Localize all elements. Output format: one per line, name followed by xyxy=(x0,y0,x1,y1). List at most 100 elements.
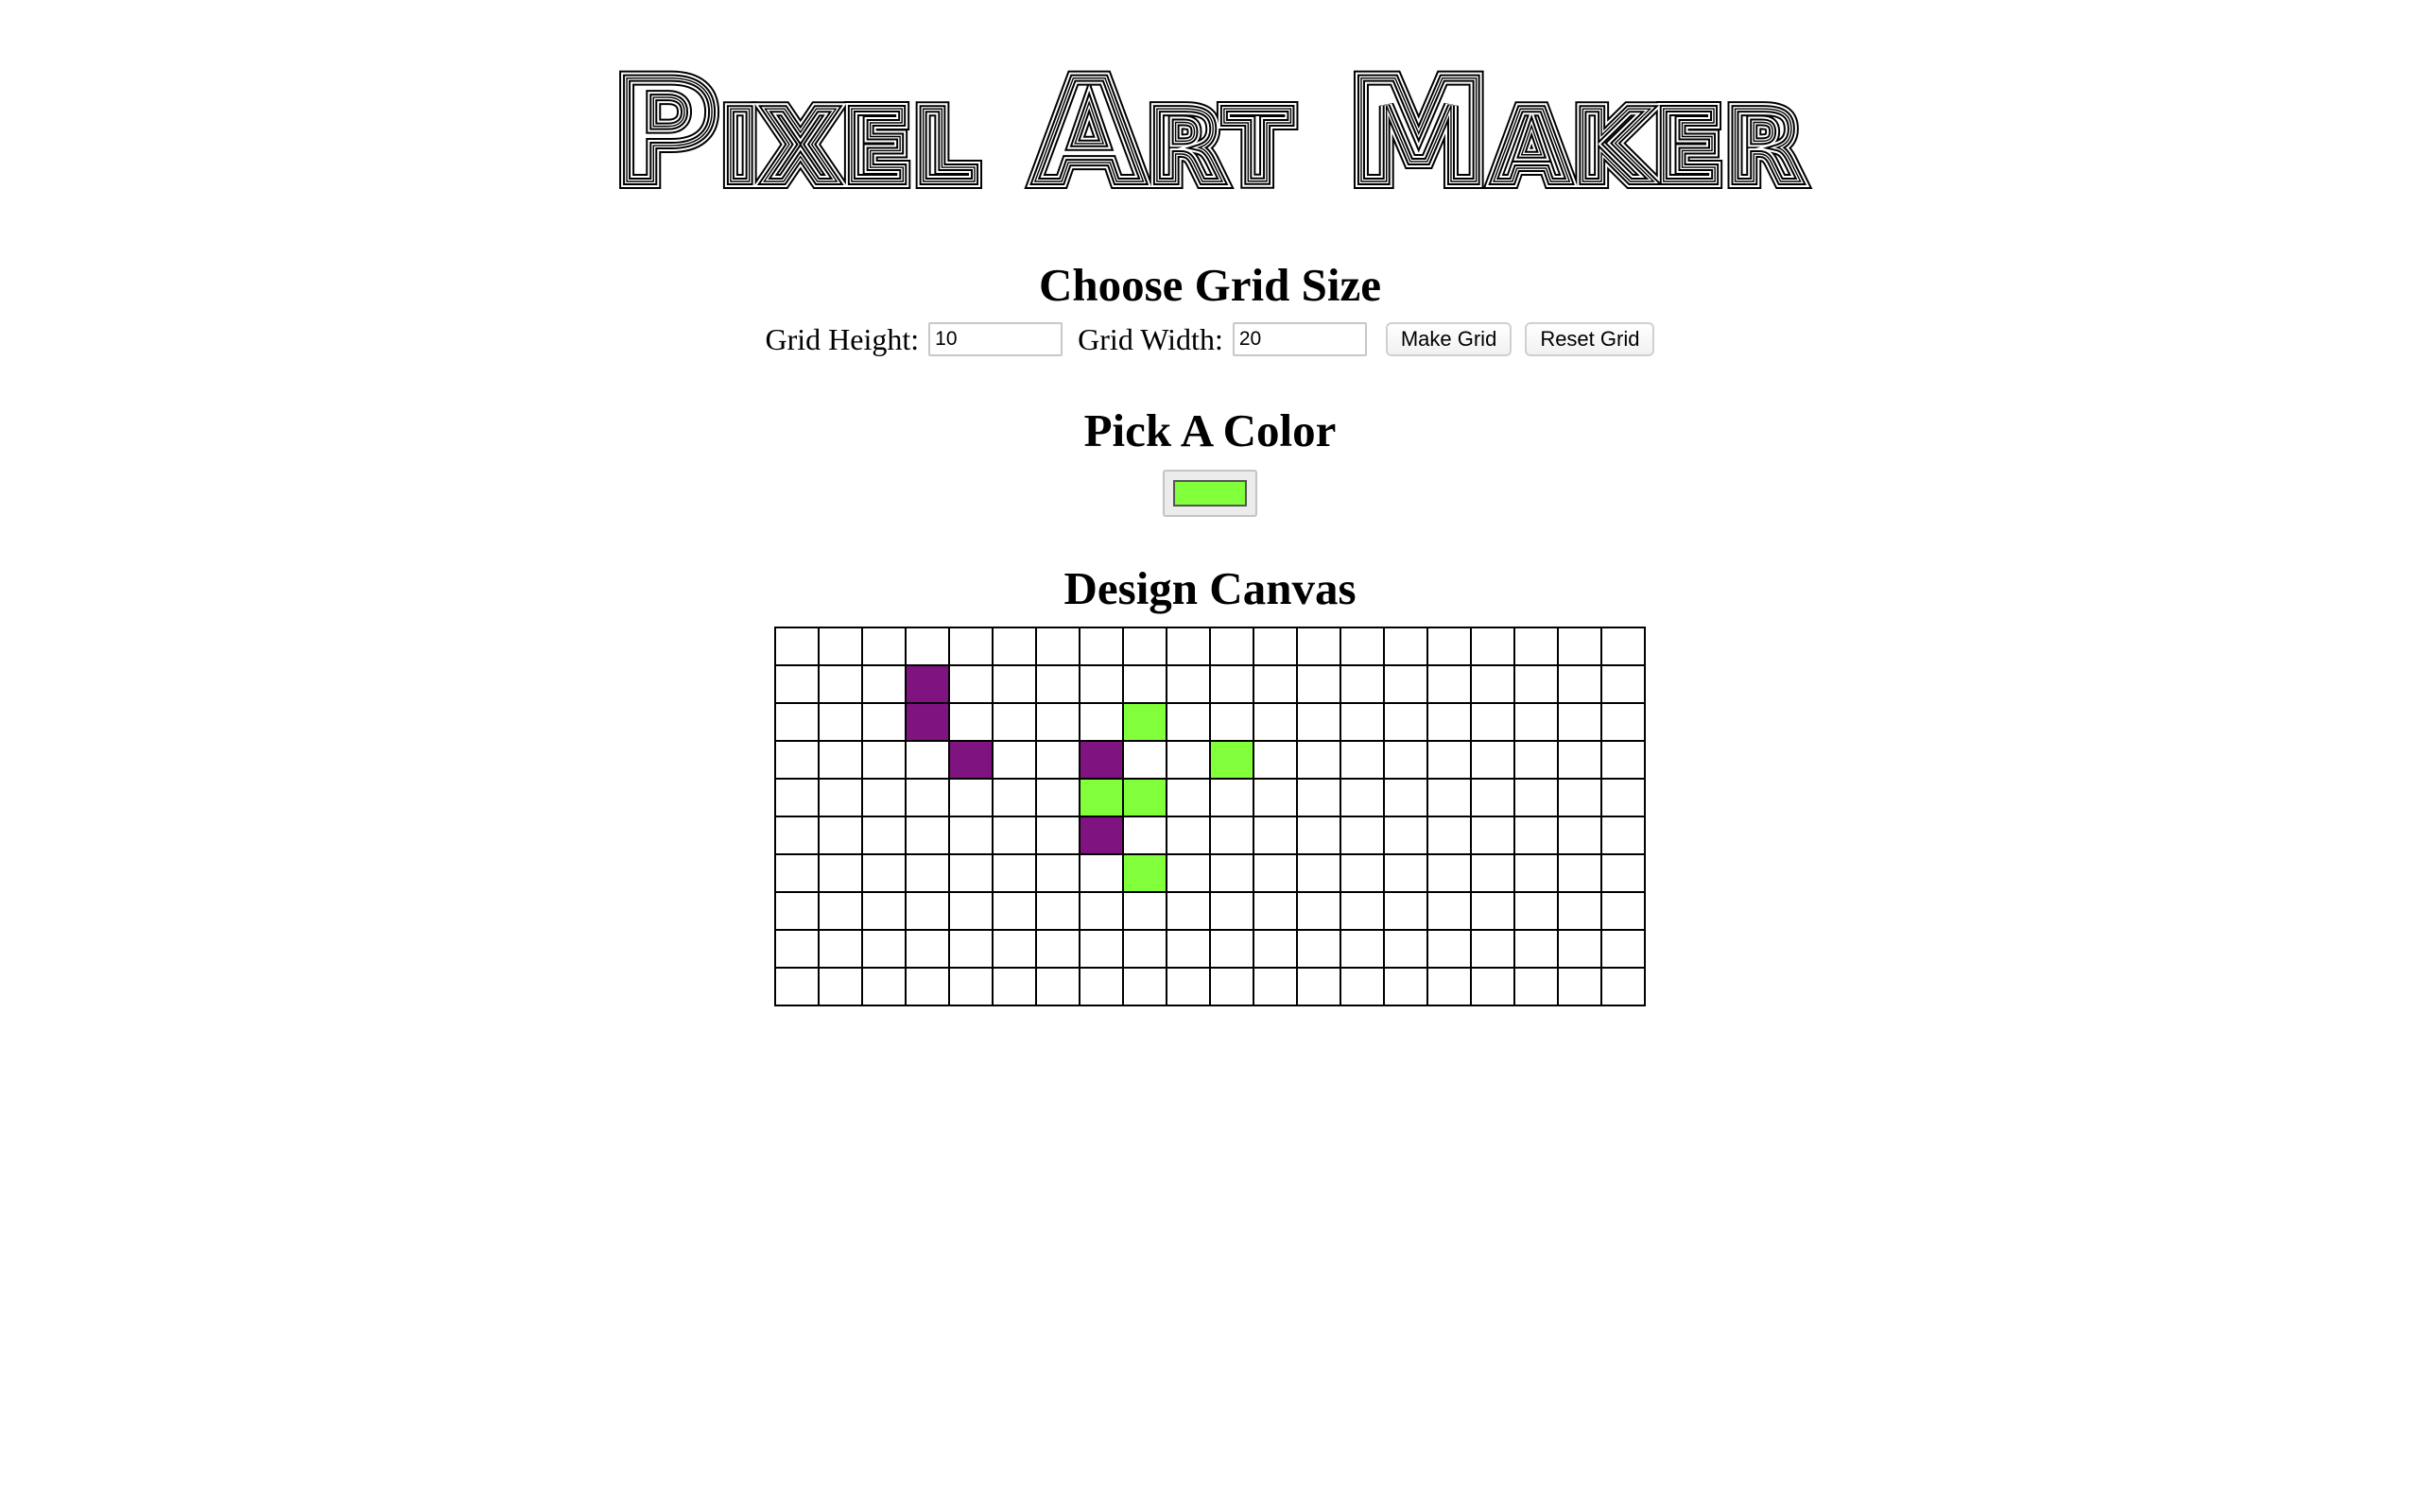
canvas-cell[interactable] xyxy=(992,702,1037,742)
canvas-cell[interactable] xyxy=(1470,627,1515,666)
make-grid-button[interactable]: Make Grid xyxy=(1385,322,1512,356)
canvas-cell[interactable] xyxy=(1470,967,1515,1006)
canvas-cell[interactable] xyxy=(1426,929,1472,969)
canvas-cell[interactable] xyxy=(905,853,950,893)
canvas-cell[interactable] xyxy=(1557,816,1602,855)
canvas-cell[interactable] xyxy=(861,778,907,817)
canvas-cell[interactable] xyxy=(1035,778,1080,817)
canvas-cell[interactable] xyxy=(1296,664,1341,704)
canvas-cell[interactable] xyxy=(948,853,994,893)
canvas-cell[interactable] xyxy=(1296,891,1341,931)
canvas-cell[interactable] xyxy=(1340,702,1385,742)
canvas-cell[interactable] xyxy=(1166,967,1211,1006)
canvas-cell[interactable] xyxy=(1035,967,1080,1006)
canvas-cell[interactable] xyxy=(1253,627,1298,666)
canvas-cell[interactable] xyxy=(1253,891,1298,931)
canvas-cell[interactable] xyxy=(1166,891,1211,931)
canvas-cell[interactable] xyxy=(774,740,820,780)
canvas-cell[interactable] xyxy=(1035,740,1080,780)
canvas-cell[interactable] xyxy=(774,891,820,931)
canvas-cell[interactable] xyxy=(1557,664,1602,704)
canvas-cell[interactable] xyxy=(774,967,820,1006)
canvas-cell[interactable] xyxy=(1209,778,1254,817)
canvas-cell[interactable] xyxy=(1340,740,1385,780)
canvas-cell[interactable] xyxy=(774,702,820,742)
canvas-cell[interactable] xyxy=(1340,778,1385,817)
canvas-cell[interactable] xyxy=(1600,664,1646,704)
canvas-cell[interactable] xyxy=(861,740,907,780)
canvas-cell[interactable] xyxy=(992,740,1037,780)
canvas-cell[interactable] xyxy=(1383,702,1428,742)
canvas-cell[interactable] xyxy=(948,740,994,780)
canvas-cell[interactable] xyxy=(1383,967,1428,1006)
canvas-cell[interactable] xyxy=(1209,627,1254,666)
canvas-cell[interactable] xyxy=(1122,627,1167,666)
canvas-cell[interactable] xyxy=(1470,702,1515,742)
canvas-cell[interactable] xyxy=(992,853,1037,893)
canvas-cell[interactable] xyxy=(1340,816,1385,855)
canvas-cell[interactable] xyxy=(948,627,994,666)
canvas-cell[interactable] xyxy=(1600,816,1646,855)
canvas-cell[interactable] xyxy=(1296,967,1341,1006)
canvas-cell[interactable] xyxy=(1035,627,1080,666)
canvas-cell[interactable] xyxy=(1166,664,1211,704)
canvas-cell[interactable] xyxy=(1166,816,1211,855)
canvas-cell[interactable] xyxy=(1426,778,1472,817)
canvas-cell[interactable] xyxy=(905,816,950,855)
canvas-cell[interactable] xyxy=(1600,891,1646,931)
canvas-cell[interactable] xyxy=(818,816,863,855)
canvas-cell[interactable] xyxy=(1079,967,1124,1006)
canvas-cell[interactable] xyxy=(1383,891,1428,931)
color-picker[interactable] xyxy=(1163,470,1257,517)
canvas-cell[interactable] xyxy=(1079,853,1124,893)
canvas-cell[interactable] xyxy=(1340,627,1385,666)
canvas-cell[interactable] xyxy=(992,778,1037,817)
canvas-cell[interactable] xyxy=(1557,929,1602,969)
canvas-cell[interactable] xyxy=(1253,853,1298,893)
canvas-cell[interactable] xyxy=(1253,929,1298,969)
canvas-cell[interactable] xyxy=(818,929,863,969)
canvas-cell[interactable] xyxy=(774,929,820,969)
canvas-cell[interactable] xyxy=(1600,929,1646,969)
canvas-cell[interactable] xyxy=(818,891,863,931)
canvas-cell[interactable] xyxy=(1035,891,1080,931)
canvas-cell[interactable] xyxy=(1166,778,1211,817)
canvas-cell[interactable] xyxy=(905,740,950,780)
canvas-cell[interactable] xyxy=(1122,967,1167,1006)
canvas-cell[interactable] xyxy=(1296,702,1341,742)
canvas-cell[interactable] xyxy=(948,929,994,969)
canvas-cell[interactable] xyxy=(1122,929,1167,969)
canvas-cell[interactable] xyxy=(861,816,907,855)
canvas-cell[interactable] xyxy=(1557,702,1602,742)
canvas-cell[interactable] xyxy=(1079,816,1124,855)
canvas-cell[interactable] xyxy=(1426,967,1472,1006)
canvas-cell[interactable] xyxy=(992,816,1037,855)
canvas-cell[interactable] xyxy=(1079,891,1124,931)
canvas-cell[interactable] xyxy=(1209,891,1254,931)
canvas-cell[interactable] xyxy=(992,891,1037,931)
canvas-cell[interactable] xyxy=(1340,664,1385,704)
canvas-cell[interactable] xyxy=(992,664,1037,704)
canvas-cell[interactable] xyxy=(1470,816,1515,855)
canvas-cell[interactable] xyxy=(1079,702,1124,742)
canvas-cell[interactable] xyxy=(1383,664,1428,704)
canvas-cell[interactable] xyxy=(948,967,994,1006)
canvas-cell[interactable] xyxy=(1470,778,1515,817)
canvas-cell[interactable] xyxy=(774,816,820,855)
canvas-cell[interactable] xyxy=(1340,853,1385,893)
canvas-cell[interactable] xyxy=(1079,778,1124,817)
canvas-cell[interactable] xyxy=(1122,740,1167,780)
canvas-cell[interactable] xyxy=(1253,664,1298,704)
canvas-cell[interactable] xyxy=(1426,816,1472,855)
canvas-cell[interactable] xyxy=(1513,778,1559,817)
canvas-cell[interactable] xyxy=(1296,740,1341,780)
canvas-cell[interactable] xyxy=(992,967,1037,1006)
canvas-cell[interactable] xyxy=(1470,853,1515,893)
canvas-cell[interactable] xyxy=(818,702,863,742)
grid-height-input[interactable] xyxy=(928,322,1063,356)
canvas-cell[interactable] xyxy=(1513,627,1559,666)
canvas-cell[interactable] xyxy=(1209,929,1254,969)
canvas-cell[interactable] xyxy=(1035,816,1080,855)
canvas-cell[interactable] xyxy=(1340,891,1385,931)
canvas-cell[interactable] xyxy=(1079,929,1124,969)
